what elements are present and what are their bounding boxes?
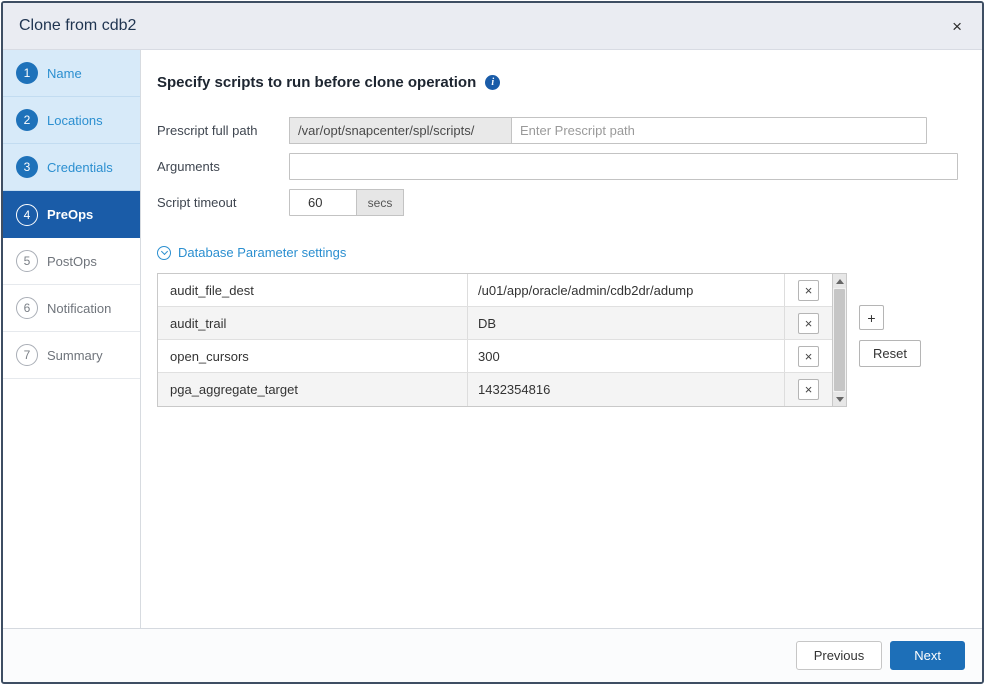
timeout-unit-label: secs [356,189,404,216]
scroll-down-icon[interactable] [833,392,846,406]
sidebar-item-credentials[interactable]: 3 Credentials [3,144,140,191]
step-label: Credentials [47,160,113,175]
info-icon[interactable]: i [485,75,500,90]
table-side-actions: + Reset [859,273,921,367]
add-param-button[interactable]: + [859,305,884,330]
params-link-label: Database Parameter settings [178,245,346,260]
table-row: audit_file_dest /u01/app/oracle/admin/cd… [158,274,832,307]
reset-params-button[interactable]: Reset [859,340,921,367]
step-number: 7 [16,344,38,366]
sidebar-item-summary[interactable]: 7 Summary [3,332,140,379]
prescript-form: Prescript full path /var/opt/snapcenter/… [157,117,962,216]
step-label: Name [47,66,82,81]
script-timeout-input[interactable] [289,189,357,216]
sidebar-item-preops[interactable]: 4 PreOps [3,191,140,238]
script-timeout-label: Script timeout [157,195,289,210]
parameters-table-area: audit_file_dest /u01/app/oracle/admin/cd… [157,273,962,407]
param-name: open_cursors [158,340,468,372]
param-name: audit_file_dest [158,274,468,306]
wizard-steps-sidebar: 1 Name 2 Locations 3 Credentials 4 PreOp… [3,50,141,628]
step-number: 1 [16,62,38,84]
sidebar-item-name[interactable]: 1 Name [3,50,140,97]
step-label: PreOps [47,207,93,222]
table-row: pga_aggregate_target 1432354816 × [158,373,832,406]
remove-param-button[interactable]: × [798,280,819,301]
step-label: PostOps [47,254,97,269]
arguments-label: Arguments [157,159,289,174]
arguments-input[interactable] [289,153,958,180]
prescript-path-input[interactable] [511,117,927,144]
scroll-up-icon[interactable] [833,274,846,288]
step-label: Summary [47,348,103,363]
step-label: Locations [47,113,103,128]
prescript-path-label: Prescript full path [157,123,289,138]
next-button[interactable]: Next [890,641,965,670]
titlebar: Clone from cdb2 × [3,3,982,50]
database-parameter-settings-link[interactable]: Database Parameter settings [157,245,346,260]
step-label: Notification [47,301,111,316]
page-title: Specify scripts to run before clone oper… [157,74,476,91]
chevron-down-icon [157,246,171,260]
step-number: 6 [16,297,38,319]
table-row: audit_trail DB × [158,307,832,340]
table-scrollbar[interactable] [832,273,847,407]
parameters-table: audit_file_dest /u01/app/oracle/admin/cd… [157,273,833,407]
window-title: Clone from cdb2 [19,17,136,35]
prescript-base-path: /var/opt/snapcenter/spl/scripts/ [289,117,512,144]
remove-param-button[interactable]: × [798,346,819,367]
param-name: audit_trail [158,307,468,339]
param-value: 300 [468,340,784,372]
table-row: open_cursors 300 × [158,340,832,373]
sidebar-item-postops[interactable]: 5 PostOps [3,238,140,285]
param-name: pga_aggregate_target [158,373,468,406]
step-number: 3 [16,156,38,178]
wizard-footer: Previous Next [3,628,982,682]
param-value: DB [468,307,784,339]
param-value: /u01/app/oracle/admin/cdb2dr/adump [468,274,784,306]
previous-button[interactable]: Previous [796,641,883,670]
sidebar-item-notification[interactable]: 6 Notification [3,285,140,332]
param-value: 1432354816 [468,373,784,406]
step-number: 2 [16,109,38,131]
scrollbar-thumb[interactable] [834,289,845,391]
close-icon[interactable]: × [948,16,966,37]
remove-param-button[interactable]: × [798,313,819,334]
step-number: 4 [16,204,38,226]
wizard-content: Specify scripts to run before clone oper… [141,50,982,628]
remove-param-button[interactable]: × [798,379,819,400]
step-number: 5 [16,250,38,272]
sidebar-item-locations[interactable]: 2 Locations [3,97,140,144]
clone-wizard-window: Clone from cdb2 × 1 Name 2 Locations 3 C… [1,1,984,684]
